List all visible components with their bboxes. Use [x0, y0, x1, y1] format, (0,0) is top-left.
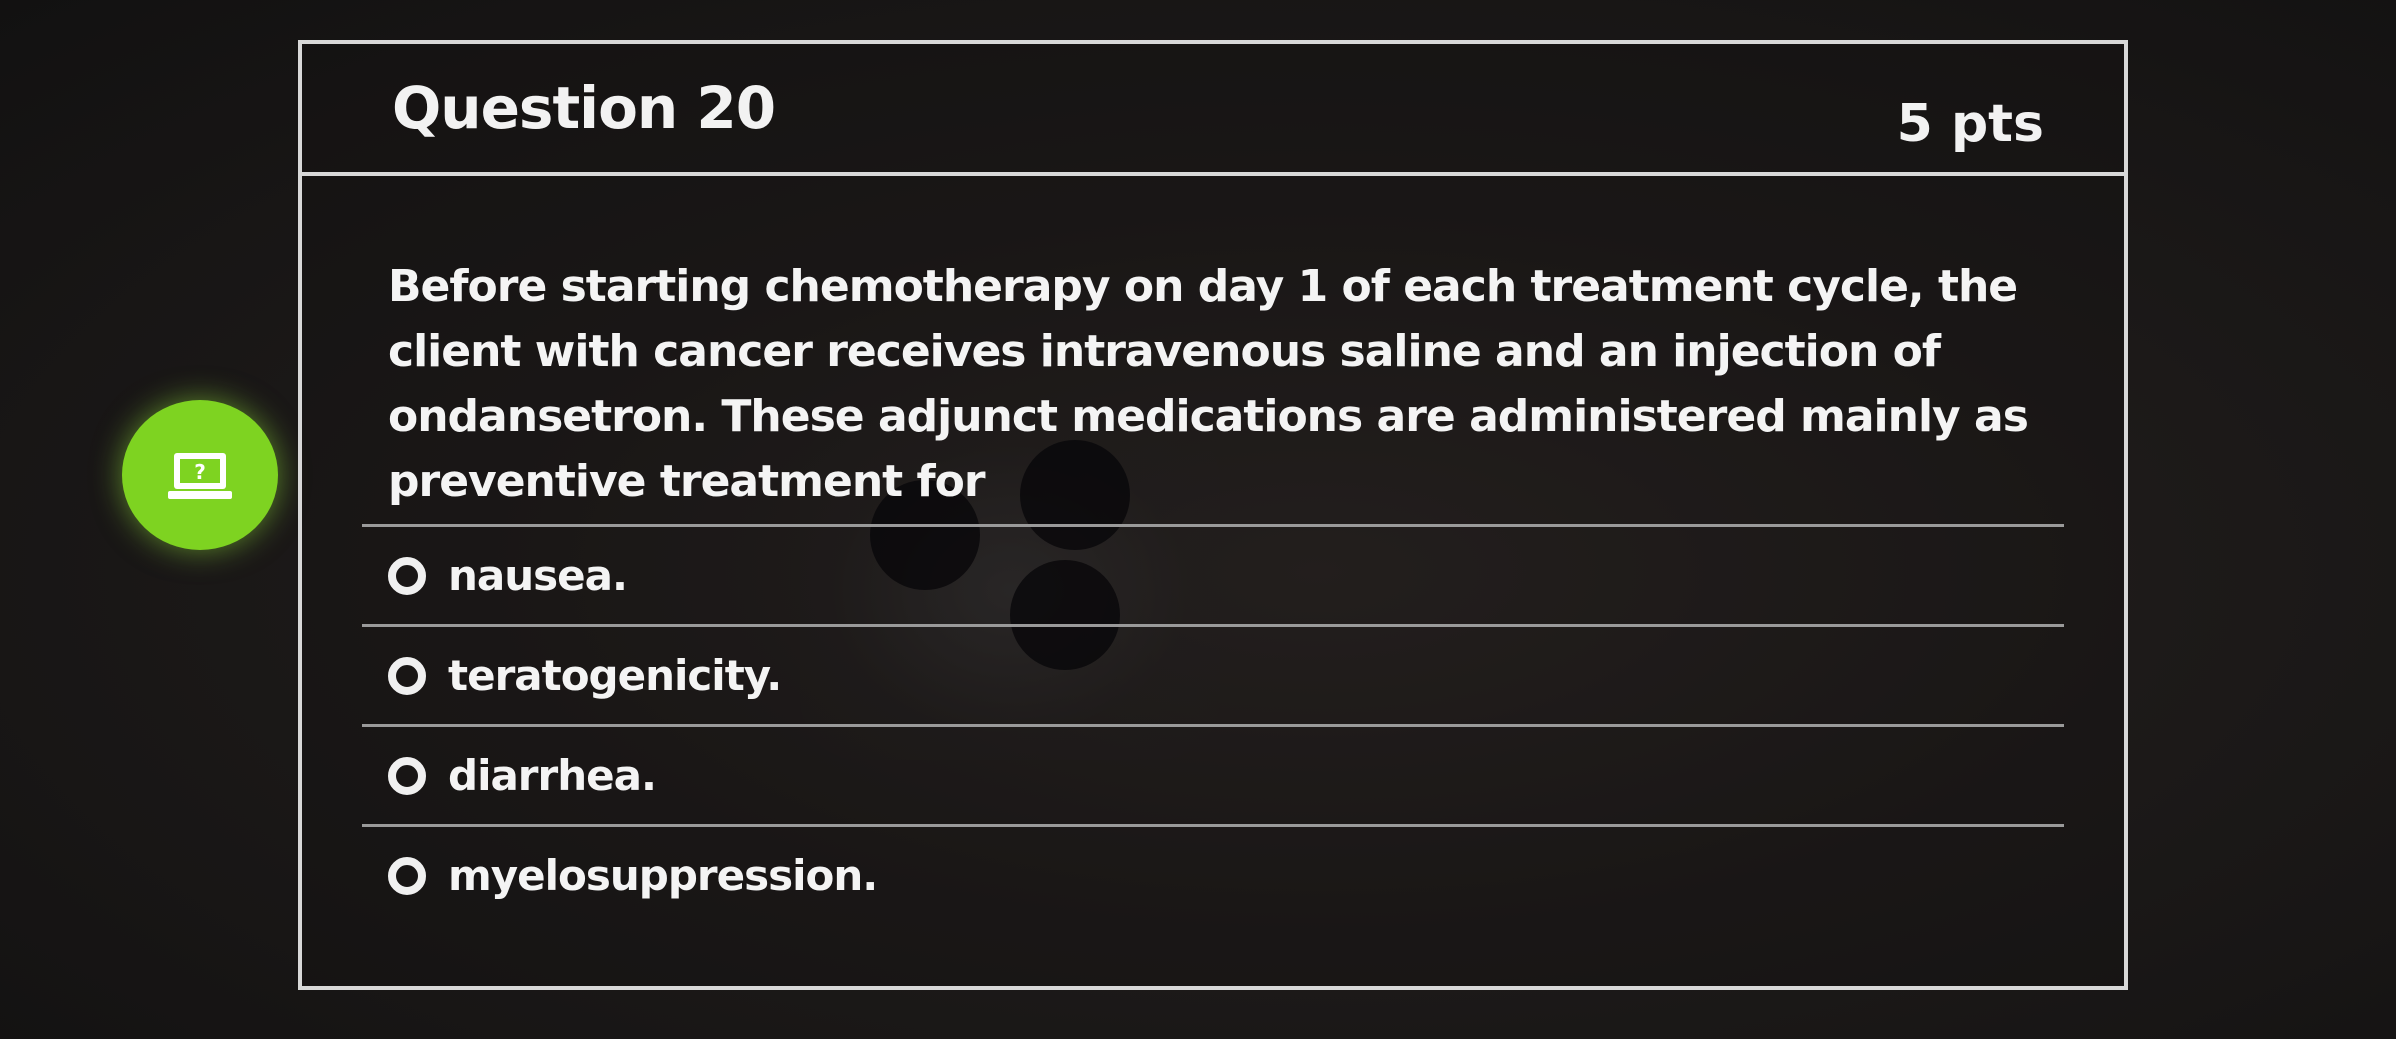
- answer-option[interactable]: myelosuppression.: [362, 824, 2064, 924]
- question-title: Question 20: [392, 74, 776, 142]
- question-header: Question 20 5 pts: [302, 44, 2124, 176]
- answer-label: teratogenicity.: [448, 651, 782, 700]
- question-text: Before starting chemotherapy on day 1 of…: [388, 261, 2029, 507]
- radio-button[interactable]: [388, 656, 426, 695]
- question-card: Question 20 5 pts Before starting chemot…: [298, 40, 2128, 990]
- answer-list: nausea. teratogenicity. diarrhea. myelos…: [362, 524, 2064, 924]
- svg-text:?: ?: [194, 460, 206, 484]
- answer-option[interactable]: nausea.: [362, 524, 2064, 624]
- question-help-button[interactable]: ?: [122, 400, 278, 550]
- answer-option[interactable]: teratogenicity.: [362, 624, 2064, 724]
- answer-label: myelosuppression.: [448, 851, 878, 900]
- radio-button[interactable]: [388, 856, 426, 895]
- laptop-question-icon: ?: [168, 453, 232, 499]
- radio-button[interactable]: [388, 756, 426, 795]
- question-points: 5 pts: [1896, 94, 2044, 154]
- answer-label: diarrhea.: [448, 751, 657, 800]
- answer-option[interactable]: diarrhea.: [362, 724, 2064, 824]
- radio-button[interactable]: [388, 556, 426, 595]
- answer-label: nausea.: [448, 551, 628, 600]
